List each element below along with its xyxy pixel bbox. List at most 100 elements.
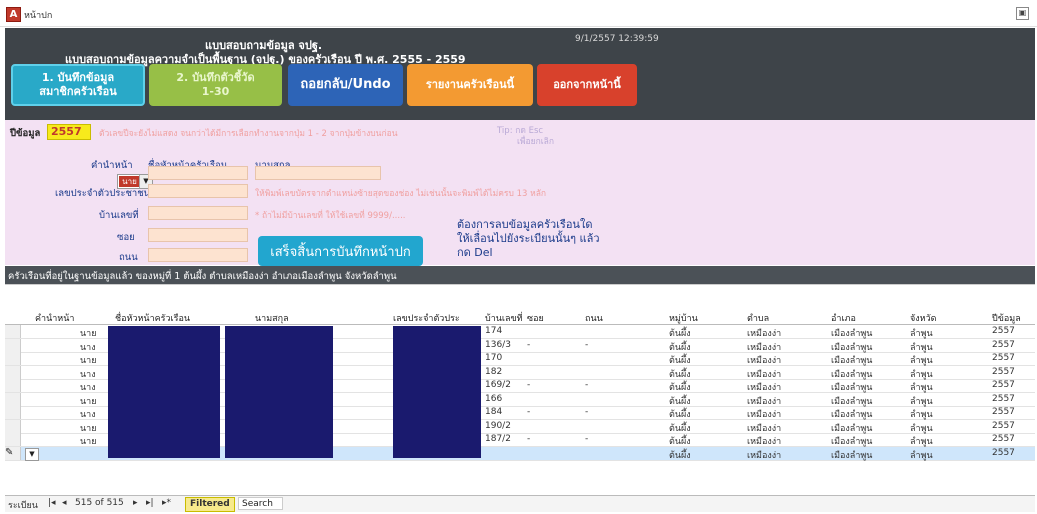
row-selector[interactable] bbox=[5, 352, 21, 365]
table-cell[interactable]: 187/2 bbox=[485, 434, 511, 444]
table-cell[interactable]: 2557 bbox=[992, 367, 1015, 377]
table-cell[interactable]: 2557 bbox=[992, 421, 1015, 431]
household-button-line2: สมาชิกครัวเรือน bbox=[39, 85, 117, 98]
household-members-button[interactable]: 1. บันทึกข้อมูล สมาชิกครัวเรือน bbox=[11, 64, 145, 106]
column-header[interactable]: ปีข้อมูล bbox=[992, 311, 1021, 325]
table-cell[interactable]: เมืองลำพูน bbox=[831, 448, 872, 462]
column-header[interactable]: หมู่บ้าน bbox=[669, 311, 698, 325]
house-number-input[interactable] bbox=[148, 206, 248, 220]
table-cell[interactable]: - bbox=[527, 340, 530, 350]
table-cell[interactable]: - bbox=[585, 380, 588, 390]
record-navigation-bar: ระเบียน |◂ ◂ 515 of 515 ▸ ▸| ▸* Filtered… bbox=[5, 495, 1035, 512]
table-cell[interactable]: 2557 bbox=[992, 326, 1015, 336]
soi-input[interactable] bbox=[148, 228, 248, 242]
column-header[interactable]: นามสกุล bbox=[255, 311, 289, 325]
road-input[interactable] bbox=[148, 248, 248, 262]
soi-label: ซอย bbox=[117, 232, 135, 243]
household-list-caption: ครัวเรือนที่อยู่ในฐานข้อมูลแล้ว ของหมู่ท… bbox=[5, 266, 1035, 284]
delete-note-line2: ให้เลื่อนไปยังระเบียนนั้นๆ แล้ว bbox=[457, 232, 600, 245]
table-cell[interactable]: 2557 bbox=[992, 380, 1015, 390]
table-cell[interactable]: - bbox=[585, 340, 588, 350]
row-selector[interactable] bbox=[5, 379, 21, 392]
column-header[interactable]: ถนน bbox=[585, 311, 603, 325]
undo-button[interactable]: ถอยกลับ/Undo bbox=[288, 64, 403, 106]
column-header[interactable]: ซอย bbox=[527, 311, 544, 325]
table-cell[interactable]: - bbox=[527, 407, 530, 417]
table-cell[interactable]: 182 bbox=[485, 367, 502, 377]
new-record-icon[interactable]: ▸* bbox=[162, 498, 171, 508]
column-header[interactable]: คำนำหน้า bbox=[35, 311, 74, 325]
form-header: แบบสอบถามข้อมูล จปฐ. แบบสอบถามข้อมูลความ… bbox=[5, 28, 1035, 120]
table-cell[interactable]: 169/2 bbox=[485, 380, 511, 390]
row-selector[interactable] bbox=[5, 433, 21, 446]
table-cell[interactable]: - bbox=[585, 434, 588, 444]
surname-input[interactable] bbox=[255, 166, 381, 180]
delete-note-line1: ต้องการลบข้อมูลครัวเรือนใด bbox=[457, 218, 593, 231]
house-number-note: * ถ้าไม่มีบ้านเลขที่ ให้ใช้เลขที่ 9999/.… bbox=[255, 211, 406, 221]
exit-page-button[interactable]: ออกจากหน้านี้ bbox=[537, 64, 637, 106]
head-name-input[interactable] bbox=[148, 166, 248, 180]
row-selector[interactable] bbox=[5, 365, 21, 379]
row-selector[interactable] bbox=[5, 325, 21, 338]
table-cell[interactable]: 184 bbox=[485, 407, 502, 417]
household-table: คำนำหน้า ชื่อหัวหน้าครัวเรือน นามสกุล เลขปร… bbox=[5, 310, 1035, 490]
road-label: ถนน bbox=[119, 252, 138, 263]
table-cell[interactable]: 174 bbox=[485, 326, 502, 336]
table-cell[interactable]: ลำพูน bbox=[910, 448, 933, 462]
column-header[interactable]: บ้านเลขที่ bbox=[485, 311, 523, 325]
year-note: ตัวเลขปีจะยังไม่แสดง จนกว่าได้มีการเลือก… bbox=[99, 129, 398, 139]
redacted-surname-block bbox=[225, 326, 333, 458]
table-cell[interactable]: - bbox=[527, 380, 530, 390]
column-header[interactable]: จังหวัด bbox=[910, 311, 937, 325]
table-cell[interactable]: ต้นผึ้ง bbox=[669, 448, 691, 462]
column-header[interactable]: อำเภอ bbox=[831, 311, 856, 325]
splitter-bar[interactable] bbox=[5, 284, 1035, 307]
window-title-bar: A หน้าปก ▣ bbox=[0, 0, 1037, 27]
header-datetime: 9/1/2557 12:39:59 bbox=[575, 34, 659, 44]
column-header[interactable]: ชื่อหัวหน้าครัวเรือน bbox=[115, 311, 190, 325]
delete-note-line3: กด Del bbox=[457, 246, 493, 259]
record-indicators-button[interactable]: 2. บันทึกตัวชี้วัด 1-30 bbox=[149, 64, 282, 106]
table-cell[interactable]: 2557 bbox=[992, 394, 1015, 404]
table-cell[interactable]: - bbox=[527, 434, 530, 444]
table-cell[interactable]: - bbox=[585, 407, 588, 417]
record-position[interactable]: 515 of 515 bbox=[75, 498, 124, 508]
table-cell[interactable]: 2557 bbox=[992, 340, 1015, 350]
table-cell[interactable]: 190/2 bbox=[485, 421, 511, 431]
column-header[interactable]: ตำบล bbox=[747, 311, 769, 325]
row-selector[interactable]: ✎ bbox=[5, 446, 21, 460]
last-record-icon[interactable]: ▸| bbox=[146, 498, 154, 508]
first-record-icon[interactable]: |◂ bbox=[48, 498, 56, 508]
table-cell[interactable]: 2557 bbox=[992, 448, 1015, 458]
record-button-line1: 2. บันทึกตัวชี้วัด bbox=[176, 71, 255, 84]
table-cell[interactable]: 2557 bbox=[992, 434, 1015, 444]
caption-text: ครัวเรือนที่อยู่ในฐานข้อมูลแล้ว ของหมู่ท… bbox=[8, 271, 397, 282]
row-selector[interactable] bbox=[5, 406, 21, 419]
row-selector[interactable] bbox=[5, 392, 21, 406]
close-window-icon[interactable]: ▣ bbox=[1016, 7, 1029, 20]
redacted-name-block bbox=[108, 326, 220, 458]
table-cell[interactable]: 166 bbox=[485, 394, 502, 404]
filtered-toggle[interactable]: Filtered bbox=[185, 497, 235, 512]
table-cell[interactable]: 2557 bbox=[992, 353, 1015, 363]
access-app-icon: A bbox=[6, 7, 21, 22]
table-cell[interactable]: 170 bbox=[485, 353, 502, 363]
row-selector[interactable] bbox=[5, 338, 21, 352]
citizen-id-input[interactable] bbox=[148, 184, 248, 198]
cover-form: ปีข้อมูล 2557 ตัวเลขปีจะยังไม่แสดง จนกว่… bbox=[5, 120, 1035, 266]
household-report-button[interactable]: รายงานครัวเรือนนี้ bbox=[407, 64, 533, 106]
table-cell[interactable]: 136/3 bbox=[485, 340, 511, 350]
column-header[interactable]: เลขประจำตัวประ bbox=[393, 311, 460, 325]
row-selector[interactable] bbox=[5, 419, 21, 433]
tip-text-2: เพื่อยกเลิก bbox=[517, 137, 555, 147]
previous-record-icon[interactable]: ◂ bbox=[62, 498, 67, 508]
table-cell[interactable]: เหมืองง่า bbox=[747, 448, 781, 462]
table-cell[interactable]: 2557 bbox=[992, 407, 1015, 417]
search-input[interactable]: Search bbox=[238, 497, 283, 510]
next-record-icon[interactable]: ▸ bbox=[133, 498, 138, 508]
prefix-column-label: คำนำหน้า bbox=[91, 160, 133, 171]
household-button-line1: 1. บันทึกข้อมูล bbox=[41, 71, 115, 84]
chevron-down-icon[interactable]: ▼ bbox=[25, 447, 39, 461]
finish-cover-button[interactable]: เสร็จสิ้นการบันทึกหน้าปก bbox=[258, 236, 423, 266]
table-header-row: คำนำหน้า ชื่อหัวหน้าครัวเรือน นามสกุล เลขปร… bbox=[5, 310, 1035, 325]
